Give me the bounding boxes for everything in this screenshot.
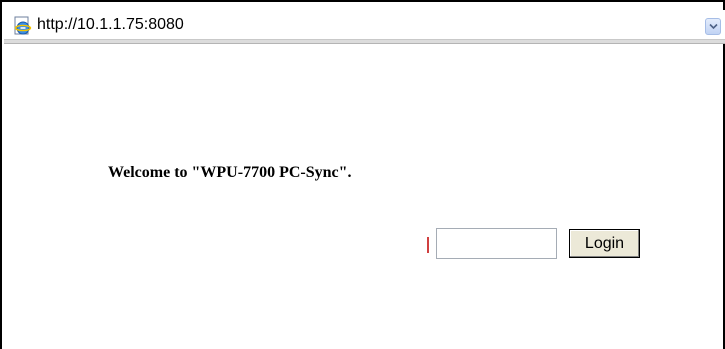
login-button[interactable]: Login [569, 229, 640, 258]
address-dropdown-button[interactable] [705, 18, 721, 35]
login-field[interactable] [436, 228, 557, 259]
address-bar[interactable]: http://10.1.1.75:8080 [4, 10, 725, 40]
ie-page-icon [13, 16, 33, 36]
toolbar-divider [4, 40, 725, 44]
chevron-down-icon [709, 23, 718, 30]
field-marker [427, 237, 429, 253]
browser-window: http://10.1.1.75:8080 Welcome to "WPU-77… [0, 0, 725, 349]
address-url[interactable]: http://10.1.1.75:8080 [37, 16, 184, 34]
welcome-message: Welcome to "WPU-7700 PC-Sync". [108, 164, 352, 181]
